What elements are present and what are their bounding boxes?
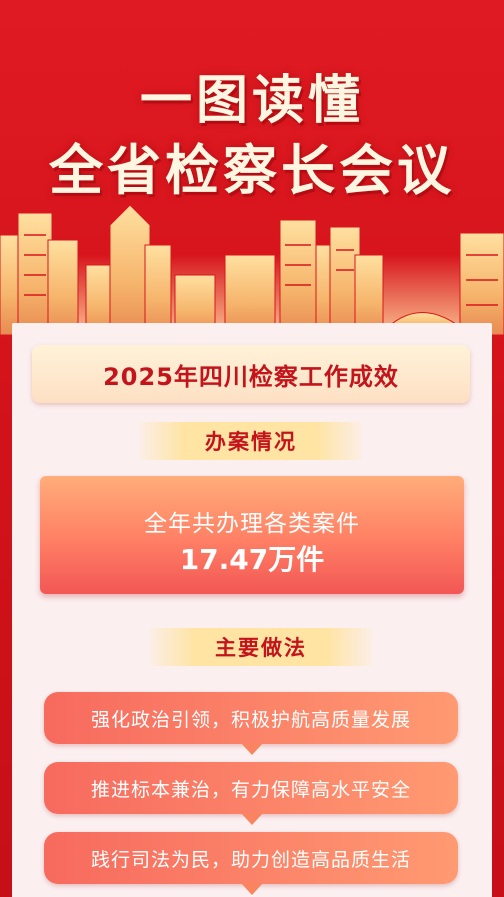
practice-item: 践行司法为民，助力创造高品质生活 — [44, 832, 458, 884]
hero-title-line2: 全省检察长会议 — [49, 139, 455, 202]
case-count-value: 17.47万件 — [179, 543, 325, 576]
down-arrow-icon — [241, 883, 263, 895]
infographic-page: 一图读懂 全省检察长会议 2025年四川检察工作成效 办案情况 全年共办理各类案… — [0, 0, 504, 897]
practice-item: 推进标本兼治，有力保障高水平安全 — [44, 762, 458, 814]
practice-item: 强化政治引领，积极护航高质量发展 — [44, 692, 458, 744]
headline-banner: 2025年四川检察工作成效 — [32, 345, 470, 403]
hero-banner: 一图读懂 全省检察长会议 — [0, 0, 504, 335]
hero-title-line1: 一图读懂 — [139, 71, 364, 131]
section-tag-main-practices: 主要做法 — [150, 628, 372, 666]
section-tag-case-handling: 办案情况 — [140, 422, 362, 460]
case-count-label: 全年共办理各类案件 — [144, 511, 360, 537]
city-skyline-illustration — [0, 204, 504, 335]
down-arrow-icon — [241, 743, 263, 755]
case-count-box: 全年共办理各类案件 17.47万件 — [40, 476, 464, 594]
down-arrow-icon — [241, 813, 263, 825]
